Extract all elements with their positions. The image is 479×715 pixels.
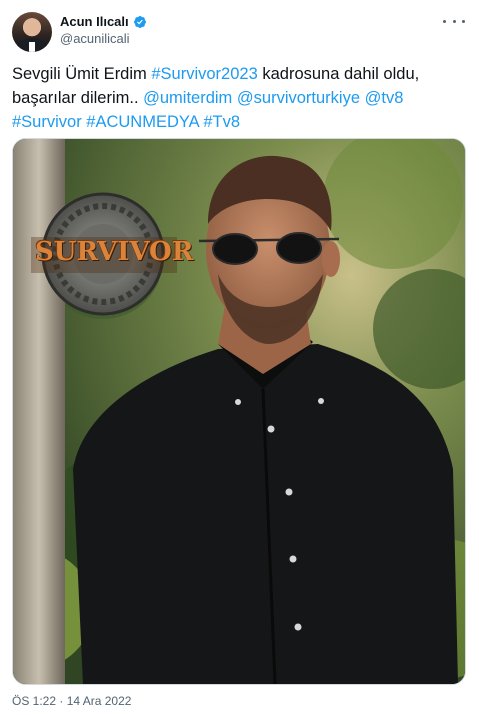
author-display-name[interactable]: Acun Ilıcalı [60, 14, 129, 29]
author-name-row: Acun Ilıcalı [60, 14, 147, 29]
avatar-shirt [29, 42, 35, 52]
mention-link[interactable]: @umiterdim [143, 89, 232, 107]
tweet-text: Sevgili Ümit Erdim #Survivor2023 kadrosu… [12, 62, 467, 134]
mention-link[interactable]: @survivorturkiye [237, 89, 360, 107]
tweet: Acun Ilıcalı @acunilicali Sevgili Ümit E… [0, 0, 479, 715]
avatar[interactable] [12, 12, 52, 52]
tweet-media-image[interactable]: SURVIVOR [12, 138, 466, 685]
mention-link[interactable]: @tv8 [365, 89, 404, 107]
hashtag-link[interactable]: #Survivor [12, 113, 82, 131]
tweet-text-segment: Sevgili Ümit Erdim [12, 65, 152, 83]
tweet-timestamp[interactable]: ÖS 1:22 · 14 Ara 2022 [12, 694, 131, 708]
hashtag-link[interactable]: #Survivor2023 [151, 65, 257, 83]
hashtag-link[interactable]: #ACUNMEDYA [86, 113, 198, 131]
hashtag-link[interactable]: #Tv8 [203, 113, 240, 131]
author-handle[interactable]: @acunilicali [60, 31, 130, 46]
survivor-logo-text-wrap: SURVIVOR [35, 193, 193, 315]
more-options-icon[interactable] [443, 14, 465, 28]
survivor-logo-text: SURVIVOR [35, 237, 194, 267]
verified-badge-icon [133, 15, 146, 28]
